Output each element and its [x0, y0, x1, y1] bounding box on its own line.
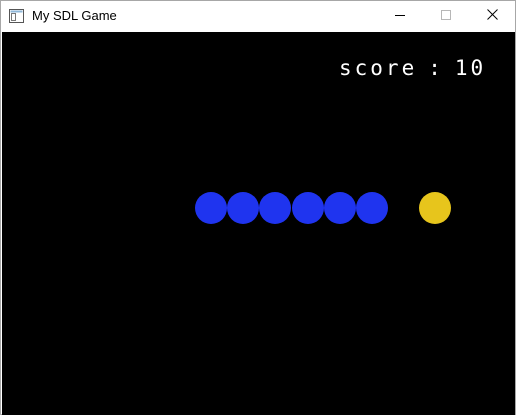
- maximize-button[interactable]: [423, 1, 469, 31]
- food-pellet: [419, 192, 451, 224]
- maximize-icon: [441, 7, 451, 25]
- score-separator: :: [428, 56, 444, 80]
- title-bar[interactable]: My SDL Game: [1, 1, 515, 31]
- minimize-icon: [395, 7, 405, 25]
- minimize-button[interactable]: [377, 1, 423, 31]
- score-label: score: [339, 56, 418, 80]
- sdl-window: My SDL Game score: 10: [0, 0, 516, 415]
- snake-segment: [356, 192, 388, 224]
- window-app-icon: [9, 9, 24, 23]
- snake-segment: [227, 192, 259, 224]
- snake-segment: [292, 192, 324, 224]
- snake-segment: [324, 192, 356, 224]
- snake-segment: [259, 192, 291, 224]
- score-value: 10: [454, 56, 487, 80]
- close-icon: [486, 7, 498, 25]
- score-display: score:10: [339, 58, 486, 79]
- game-canvas[interactable]: score:10: [2, 32, 515, 415]
- snake-segment: [195, 192, 227, 224]
- close-button[interactable]: [469, 1, 515, 31]
- window-title: My SDL Game: [32, 8, 117, 23]
